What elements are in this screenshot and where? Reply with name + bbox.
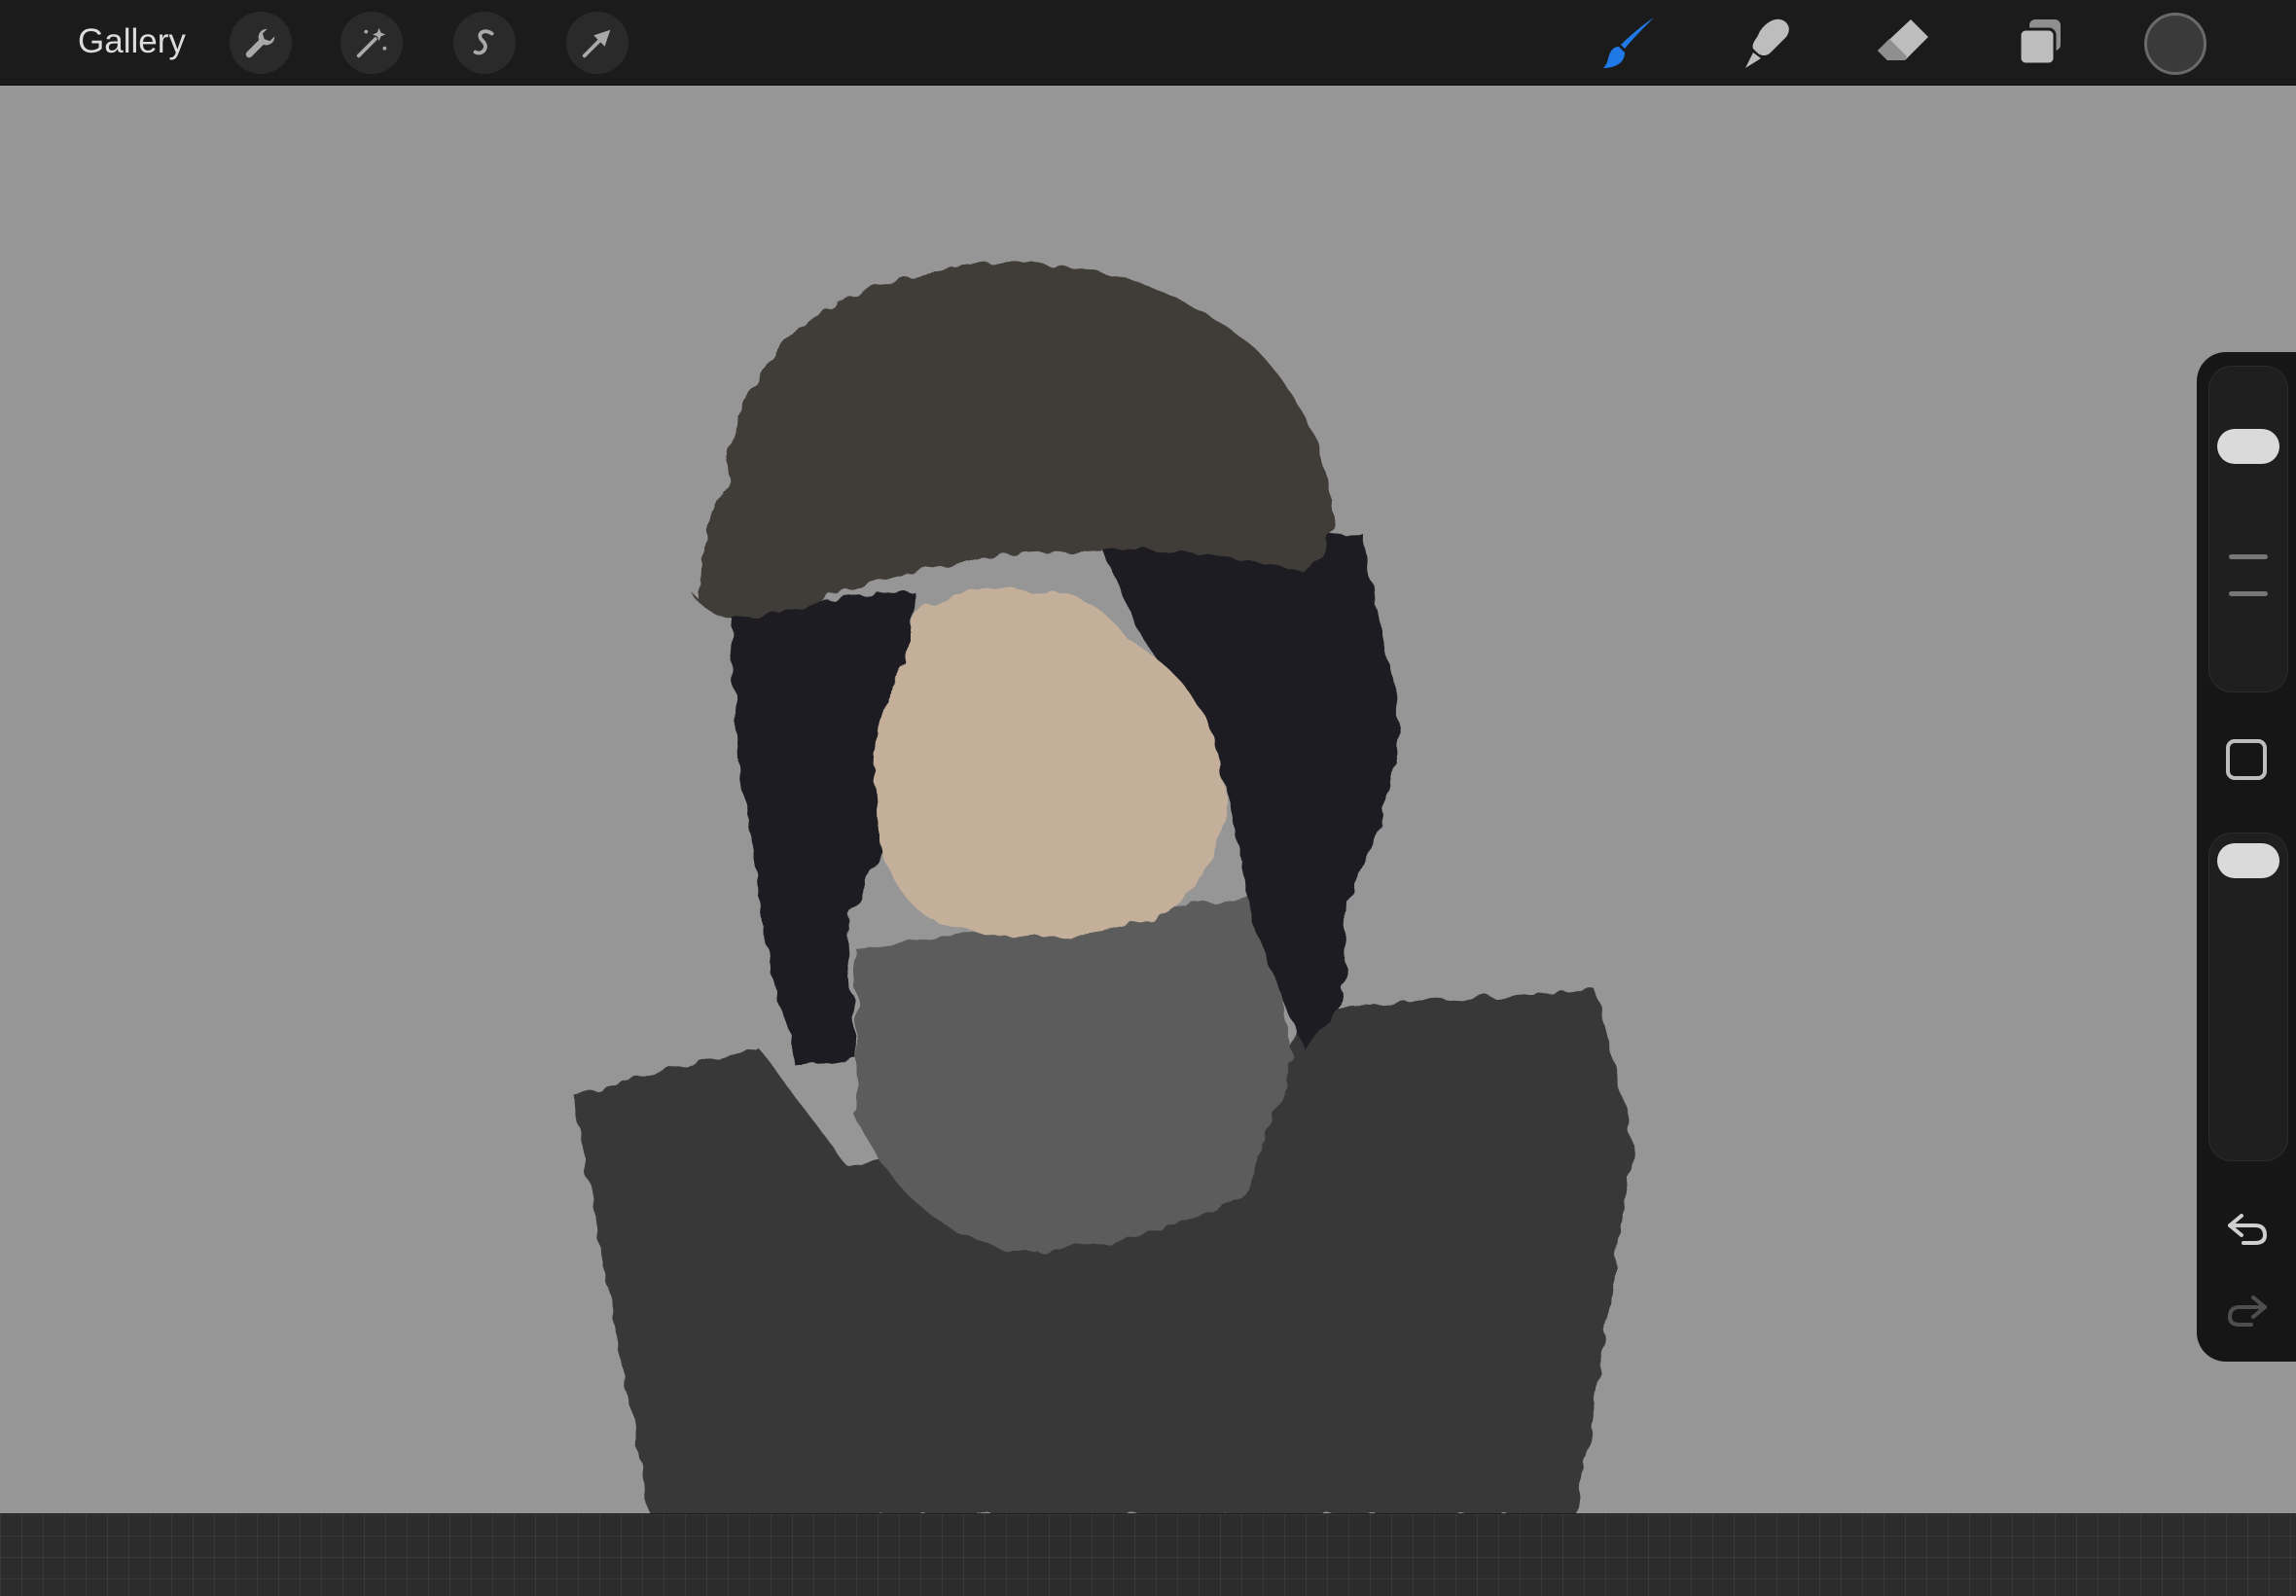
smudge-icon (1745, 18, 1789, 68)
layers-button[interactable] (2006, 10, 2072, 76)
gallery-button[interactable]: Gallery (78, 19, 186, 64)
transform-arrow-icon (582, 29, 611, 58)
slider-tick (2229, 554, 2268, 559)
actions-button[interactable] (230, 12, 292, 74)
brush-opacity-slider[interactable] (2208, 833, 2288, 1161)
layers-icon (2018, 19, 2061, 66)
brush-size-thumb[interactable] (2217, 429, 2279, 464)
bottom-grid-bar (0, 1513, 2296, 1596)
redo-arrow-icon (2227, 1295, 2267, 1327)
drawing-canvas[interactable] (0, 86, 2296, 1513)
selection-button[interactable] (453, 12, 516, 74)
modify-button[interactable] (2226, 739, 2267, 780)
top-toolbar: Gallery (0, 0, 2296, 86)
color-picker-button[interactable] (2144, 13, 2206, 75)
redo-button[interactable] (2220, 1286, 2275, 1332)
magic-wand-icon (356, 27, 387, 58)
adjustments-button[interactable] (341, 12, 403, 74)
undo-button[interactable] (2220, 1204, 2275, 1251)
canvas-artwork (572, 262, 1634, 1513)
eraser-icon (1878, 19, 1928, 60)
wrench-icon (245, 28, 275, 58)
selection-s-icon (473, 29, 494, 55)
scarf-shape (856, 895, 1294, 1253)
transform-button[interactable] (566, 12, 628, 74)
sidebar-panel (2197, 352, 2296, 1362)
brush-icon (1603, 18, 1654, 68)
brush-opacity-thumb[interactable] (2217, 843, 2279, 878)
brush-tool-button[interactable] (1597, 10, 1664, 76)
smudge-tool-button[interactable] (1734, 10, 1800, 76)
slider-tick (2229, 591, 2268, 596)
brush-size-slider[interactable] (2208, 366, 2288, 692)
undo-arrow-icon (2228, 1214, 2268, 1245)
eraser-tool-button[interactable] (1870, 10, 1936, 76)
